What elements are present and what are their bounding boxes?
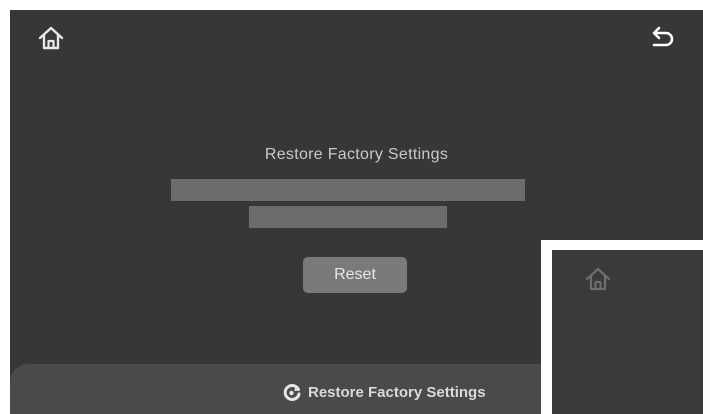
back-button[interactable]: [646, 24, 676, 52]
inset-screen: [552, 250, 703, 414]
restore-factory-settings-label: Restore Factory Settings: [308, 383, 486, 401]
inset-home-button[interactable]: [583, 264, 613, 294]
placeholder-bar-2: [249, 206, 447, 228]
home-icon: [585, 267, 611, 291]
placeholder-bar-1: [171, 179, 525, 201]
home-button[interactable]: [36, 23, 66, 53]
restore-icon: [283, 384, 301, 401]
restore-factory-settings-tab[interactable]: Restore Factory Settings: [282, 381, 486, 403]
reset-button[interactable]: Reset: [303, 257, 407, 293]
back-arrow-icon: [652, 26, 674, 47]
home-icon: [38, 26, 64, 50]
page-title: Restore Factory Settings: [264, 146, 449, 163]
